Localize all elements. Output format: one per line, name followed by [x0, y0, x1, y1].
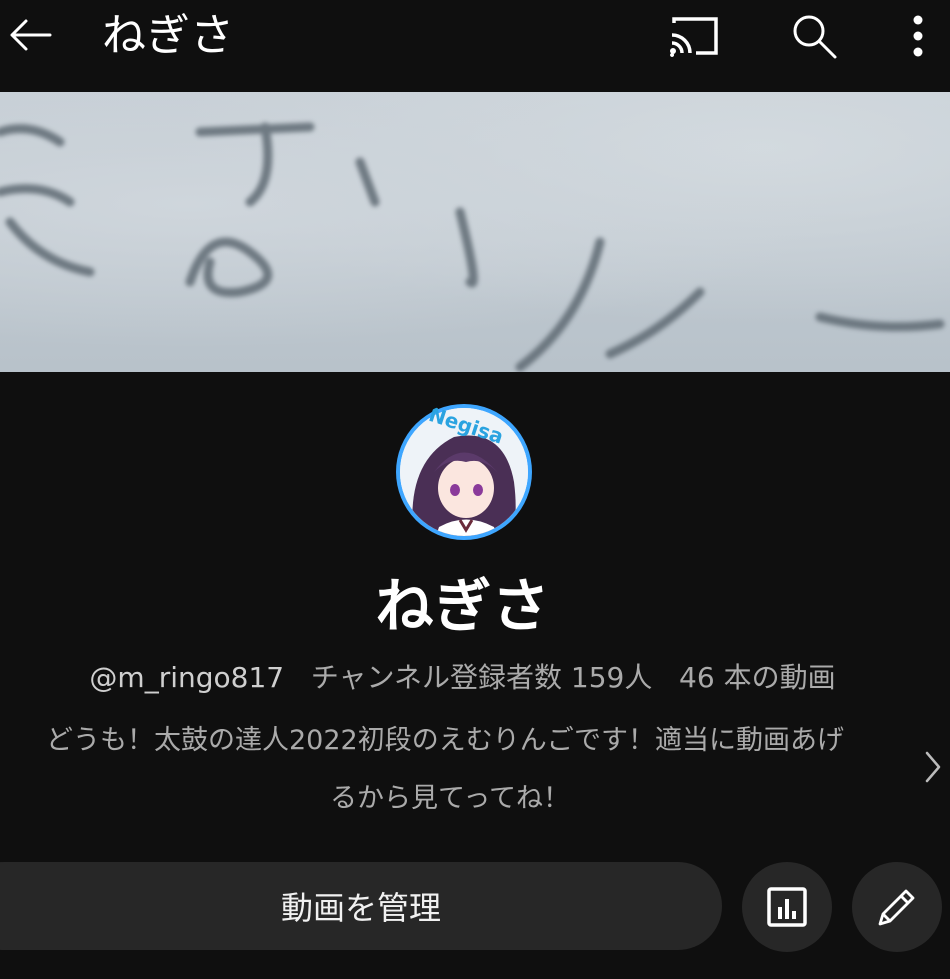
cast-icon: [670, 17, 718, 57]
channel-avatar[interactable]: Negisa: [394, 402, 534, 542]
channel-handle: @m_ringo817: [89, 661, 285, 694]
search-icon: [793, 15, 837, 59]
banner-snow-writing: [0, 122, 945, 372]
back-arrow-icon: [10, 19, 52, 51]
avatar-image: Negisa: [396, 402, 532, 540]
subscriber-count: チャンネル登録者数 159人: [310, 661, 653, 694]
channel-meta: @m_ringo817 チャンネル登録者数 159人 46 本の動画: [0, 658, 925, 698]
edit-pencil-icon: [878, 889, 915, 926]
manage-videos-button[interactable]: 動画を管理: [0, 862, 722, 950]
channel-banner: [0, 92, 950, 372]
search-button[interactable]: [786, 10, 842, 62]
cast-button[interactable]: [666, 10, 722, 62]
video-count: 46 本の動画: [679, 661, 836, 694]
analytics-icon: [767, 887, 807, 927]
back-button[interactable]: [0, 10, 60, 60]
channel-description[interactable]: どうも！太鼓の達人2022初段のえむりんごです！適当に動画あげ るから見てってね…: [0, 722, 900, 818]
edit-channel-button[interactable]: [852, 862, 942, 952]
more-vert-icon: [913, 15, 923, 57]
page-title: ねぎさ: [102, 10, 234, 61]
description-line-2: るから見てってね！: [329, 783, 571, 814]
analytics-button[interactable]: [742, 862, 832, 952]
top-app-bar: ねぎさ: [0, 0, 950, 92]
more-options-button[interactable]: [890, 10, 946, 62]
chevron-right-icon: [925, 751, 941, 783]
description-expand-button[interactable]: [918, 746, 948, 788]
channel-name: ねぎさ: [375, 572, 550, 640]
description-line-1: どうも！太鼓の達人2022初段のえむりんごです！適当に動画あげ: [46, 725, 844, 756]
